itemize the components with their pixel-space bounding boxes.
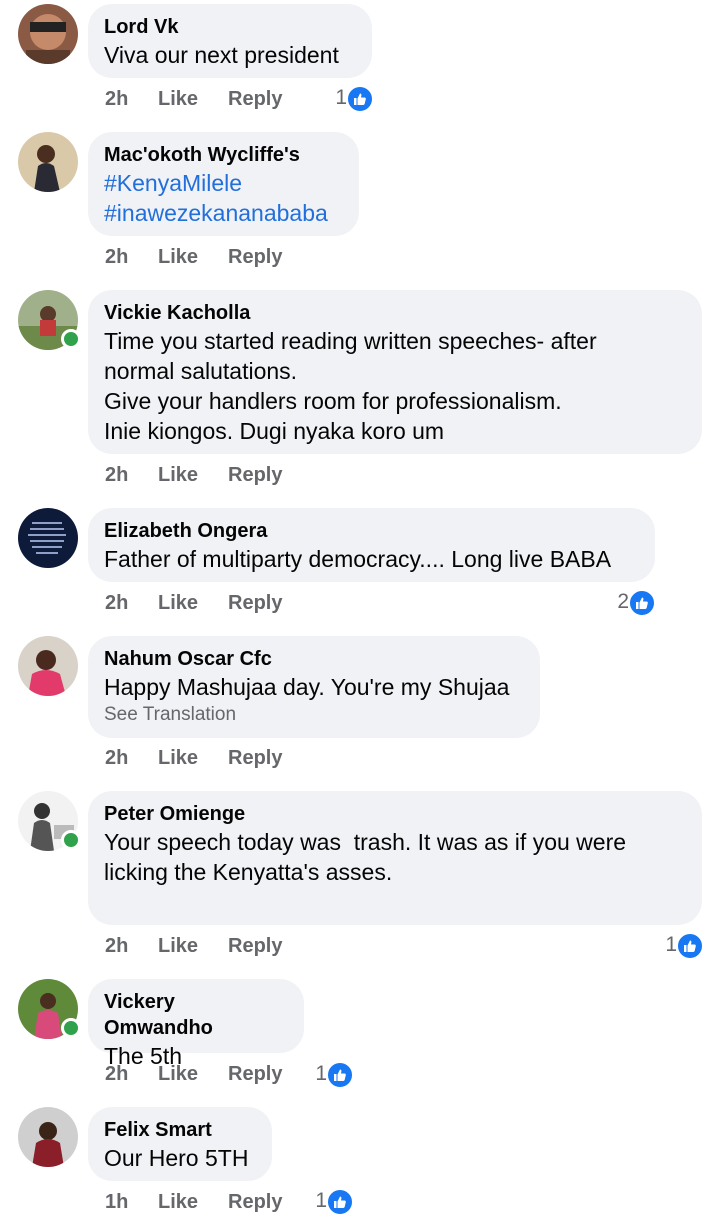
like-button[interactable]: Like — [158, 88, 198, 111]
hashtag-link[interactable]: #KenyaMilele — [104, 168, 343, 198]
thumbs-up-icon — [628, 589, 656, 617]
commenter-name[interactable]: Vickery Omwandho — [104, 989, 288, 1041]
like-button[interactable]: Like — [158, 747, 198, 770]
comment-text: Viva our next president — [104, 42, 339, 68]
comment-bubble[interactable]: Lord Vk Viva our next president — [88, 4, 372, 78]
reaction-count[interactable]: 2 — [602, 589, 656, 617]
comment-line: Give your handlers room for professional… — [104, 388, 562, 414]
comment-text: #KenyaMilele #inawezekananababa — [104, 168, 343, 228]
comment-time[interactable]: 2h — [105, 88, 128, 111]
commenter-name[interactable]: Vickie Kacholla — [104, 300, 686, 326]
comment-line: licking the Kenyatta's asses. — [104, 859, 393, 885]
online-status-indicator — [61, 830, 81, 850]
commenter-name[interactable]: Elizabeth Ongera — [104, 518, 639, 544]
comment-time[interactable]: 2h — [105, 246, 128, 269]
comment-time[interactable]: 2h — [105, 464, 128, 487]
comment-text: Time you started reading written speeche… — [104, 326, 686, 446]
commenter-name[interactable]: Mac'okoth Wycliffe's — [104, 142, 343, 168]
like-button[interactable]: Like — [158, 1063, 198, 1086]
online-status-indicator — [61, 1018, 81, 1038]
see-translation-link[interactable]: See Translation — [104, 702, 524, 728]
like-button[interactable]: Like — [158, 464, 198, 487]
comment-line: Inie kiongos. Dugi nyaka koro um — [104, 418, 445, 444]
commenter-name[interactable]: Nahum Oscar Cfc — [104, 646, 524, 672]
comment-bubble[interactable]: Elizabeth Ongera Father of multiparty de… — [88, 508, 655, 582]
reaction-count[interactable]: 1 — [320, 85, 374, 113]
reply-button[interactable]: Reply — [228, 464, 282, 487]
reply-button[interactable]: Reply — [228, 935, 282, 958]
reply-button[interactable]: Reply — [228, 88, 282, 111]
commenter-name[interactable]: Felix Smart — [104, 1117, 256, 1143]
comment-line: normal salutations. — [104, 358, 298, 384]
thumbs-up-icon — [326, 1061, 354, 1089]
comment-line: Your speech today was trash. It was as i… — [104, 829, 627, 855]
avatar[interactable] — [18, 508, 78, 568]
reaction-count[interactable]: 1 — [300, 1061, 354, 1089]
like-button[interactable]: Like — [158, 246, 198, 269]
like-button[interactable]: Like — [158, 592, 198, 615]
commenter-name[interactable]: Peter Omienge — [104, 801, 686, 827]
comment-line: Time you started reading written speeche… — [104, 328, 597, 354]
comment-time[interactable]: 2h — [105, 592, 128, 615]
avatar[interactable] — [18, 4, 78, 64]
thumbs-up-icon — [326, 1188, 354, 1216]
thumbs-up-icon — [676, 932, 704, 960]
reply-button[interactable]: Reply — [228, 747, 282, 770]
reply-button[interactable]: Reply — [228, 246, 282, 269]
avatar[interactable] — [18, 636, 78, 696]
reaction-count[interactable]: 1 — [300, 1188, 354, 1216]
comment-time[interactable]: 2h — [105, 747, 128, 770]
avatar[interactable] — [18, 1107, 78, 1167]
reply-button[interactable]: Reply — [228, 1191, 282, 1214]
reply-button[interactable]: Reply — [228, 1063, 282, 1086]
comment-text: Father of multiparty democracy.... Long … — [104, 546, 612, 572]
avatar[interactable] — [18, 132, 78, 192]
reaction-count[interactable]: 1 — [650, 932, 704, 960]
like-button[interactable]: Like — [158, 935, 198, 958]
comment-text: Happy Mashujaa day. You're my Shujaa — [104, 674, 510, 700]
online-status-indicator — [61, 329, 81, 349]
reply-button[interactable]: Reply — [228, 592, 282, 615]
comment-time[interactable]: 1h — [105, 1191, 128, 1214]
comment-bubble[interactable]: Mac'okoth Wycliffe's #KenyaMilele #inawe… — [88, 132, 359, 236]
hashtag-link[interactable]: #inawezekananababa — [104, 198, 343, 228]
comment-time[interactable]: 2h — [105, 1063, 128, 1086]
comment-bubble[interactable]: Peter Omienge Your speech today was tras… — [88, 791, 702, 925]
comment-text: Your speech today was trash. It was as i… — [104, 827, 686, 887]
comment-bubble[interactable]: Vickery Omwandho The 5th — [88, 979, 304, 1069]
commenter-name[interactable]: Lord Vk — [104, 14, 356, 40]
comment-bubble[interactable]: Vickie Kacholla Time you started reading… — [88, 290, 702, 454]
like-button[interactable]: Like — [158, 1191, 198, 1214]
comment-bubble[interactable]: Felix Smart Our Hero 5TH — [88, 1107, 272, 1181]
comment-bubble[interactable]: Nahum Oscar Cfc Happy Mashujaa day. You'… — [88, 636, 540, 738]
comment-time[interactable]: 2h — [105, 935, 128, 958]
thumbs-up-icon — [346, 85, 374, 113]
comment-text: Our Hero 5TH — [104, 1145, 249, 1171]
